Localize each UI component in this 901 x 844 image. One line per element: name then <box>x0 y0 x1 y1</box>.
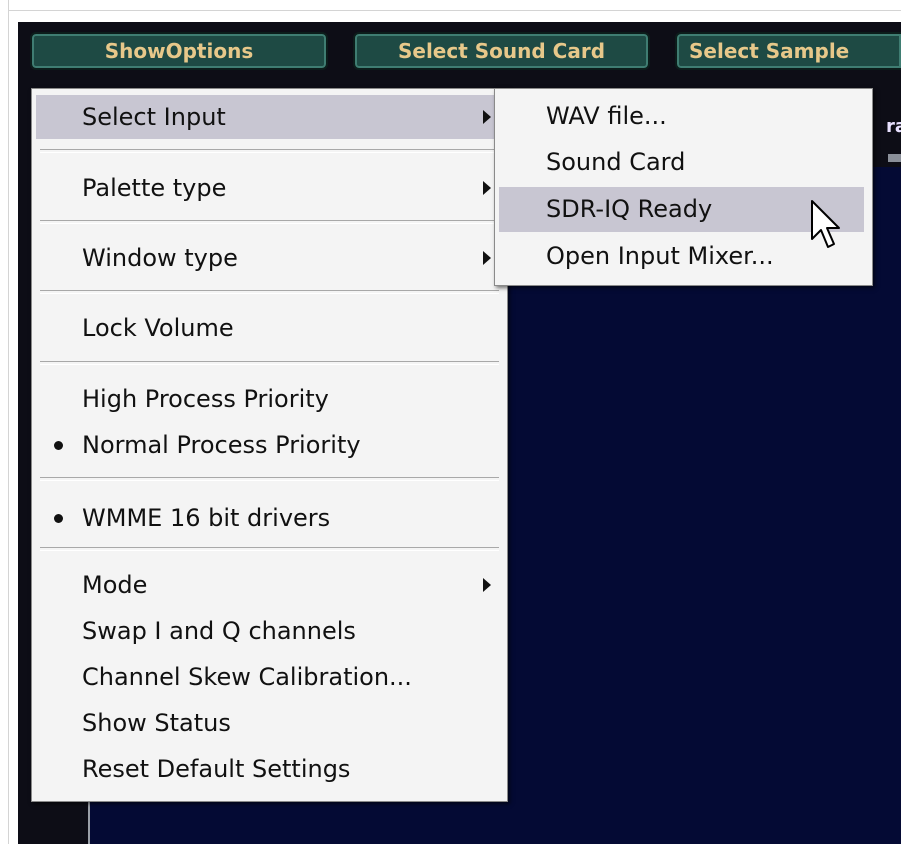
bullet-dot-icon <box>54 514 63 523</box>
menu-item-window-type[interactable]: Window type <box>36 236 503 280</box>
menu-item-label: Select Input <box>82 103 226 131</box>
menu-item-label: Normal Process Priority <box>82 431 361 459</box>
menu-item-label: Show Status <box>82 709 231 737</box>
chevron-right-icon <box>483 251 491 265</box>
menu-separator <box>40 477 499 481</box>
menu-separator <box>40 149 499 153</box>
show-options-button[interactable]: ShowOptions <box>30 32 328 70</box>
menu-item-swap-iq-channels[interactable]: Swap I and Q channels <box>36 609 503 653</box>
menu-item-label: WMME 16 bit drivers <box>82 504 331 532</box>
submenu-item-label: Sound Card <box>546 148 686 176</box>
bullet-dot-icon <box>54 441 63 450</box>
mouse-pointer-icon <box>811 200 840 248</box>
menu-item-label: Reset Default Settings <box>82 755 351 783</box>
menu-item-label: Channel Skew Calibration... <box>82 663 412 691</box>
menu-item-channel-skew-calibration[interactable]: Channel Skew Calibration... <box>36 655 503 699</box>
menu-item-lock-volume[interactable]: Lock Volume <box>36 306 503 350</box>
chevron-right-icon <box>483 578 491 592</box>
menu-item-reset-default-settings[interactable]: Reset Default Settings <box>36 747 503 791</box>
menu-item-label: High Process Priority <box>82 385 329 413</box>
menu-item-mode[interactable]: Mode <box>36 563 503 607</box>
menu-separator <box>40 220 499 224</box>
menu-item-palette-type[interactable]: Palette type <box>36 166 503 210</box>
partially-hidden-label: ra <box>886 116 901 137</box>
menu-separator <box>40 361 499 365</box>
menu-item-label: Window type <box>82 244 238 272</box>
chevron-right-icon <box>483 110 491 124</box>
menu-separator <box>40 290 499 294</box>
menu-item-label: Lock Volume <box>82 314 234 342</box>
menu-separator <box>40 547 499 551</box>
chevron-right-icon <box>483 181 491 195</box>
menu-item-label: Swap I and Q channels <box>82 617 356 645</box>
options-menu: Select Input Palette type Window type Lo… <box>31 88 508 802</box>
submenu-item-label: Open Input Mixer... <box>546 242 774 270</box>
submenu-item-label: WAV file... <box>546 102 667 130</box>
menu-item-normal-process-priority[interactable]: Normal Process Priority <box>36 423 503 467</box>
submenu-item-label: SDR-IQ Ready <box>546 195 713 223</box>
select-sound-card-button[interactable]: Select Sound Card <box>353 32 650 70</box>
menu-item-wmme-16-bit-drivers[interactable]: WMME 16 bit drivers <box>36 496 503 540</box>
scale-bar <box>888 154 901 162</box>
submenu-item-wav-file[interactable]: WAV file... <box>499 94 864 139</box>
select-input-submenu: WAV file... Sound Card SDR-IQ Ready Open… <box>494 88 873 286</box>
select-sample-button[interactable]: Select Sample <box>675 32 901 70</box>
submenu-item-sound-card[interactable]: Sound Card <box>499 140 864 185</box>
menu-item-select-input[interactable]: Select Input <box>36 95 503 139</box>
menu-item-label: Mode <box>82 571 148 599</box>
menu-item-high-process-priority[interactable]: High Process Priority <box>36 377 503 421</box>
menu-item-label: Palette type <box>82 174 227 202</box>
menu-item-show-status[interactable]: Show Status <box>36 701 503 745</box>
